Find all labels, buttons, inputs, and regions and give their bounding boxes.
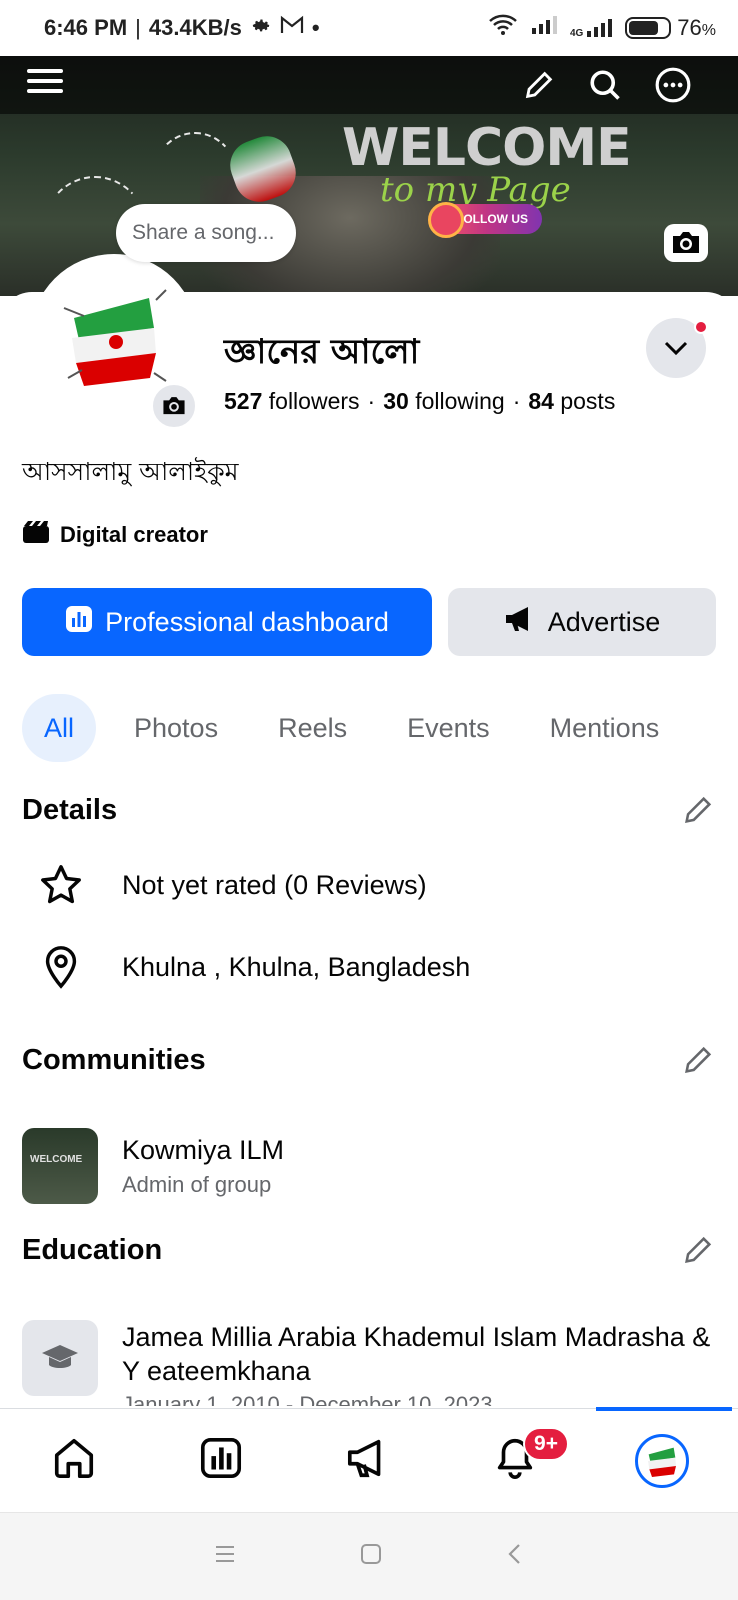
notification-badge: 9+ [523,1426,569,1461]
graduation-cap-icon [22,1320,98,1396]
location-row: Khulna , Khulna, Bangladesh [36,942,470,992]
menu-icon[interactable] [22,58,68,104]
wifi-icon [488,14,518,42]
community-thumbnail: WELCOME [22,1128,98,1204]
signal-icon [530,14,558,42]
profile-stats: 527 followers · 30 following · 84 posts [224,388,616,415]
rating-row: Not yet rated (0 Reviews) [36,860,427,910]
tab-reels[interactable]: Reels [256,694,369,762]
tab-mentions[interactable]: Mentions [528,694,682,762]
share-song-bubble[interactable]: Share a song... [116,204,296,262]
recent-apps-icon[interactable] [213,1544,237,1569]
nav-dashboard[interactable] [147,1409,294,1513]
tab-all[interactable]: All [22,694,97,762]
education-edit-icon[interactable] [678,1230,718,1270]
avatar-camera-icon[interactable] [150,382,198,430]
profile-category: Digital creator [22,520,208,550]
star-icon [36,860,86,910]
home-square-icon[interactable] [359,1542,383,1571]
status-time: 6:46 PM [44,15,128,40]
cover-camera-icon[interactable] [664,224,708,262]
nav-notifications[interactable]: 9+ [441,1409,588,1513]
search-icon[interactable] [582,62,628,108]
system-navigation-bar [0,1512,738,1600]
bottom-navigation: 9+ [0,1407,738,1513]
education-heading: Education [22,1234,163,1266]
location-pin-icon [36,942,86,992]
home-icon [51,1435,97,1486]
settings-gear-icon [250,14,272,42]
education-item[interactable]: Jamea Millia Arabia Khademul Islam Madra… [22,1320,722,1406]
community-role: Admin of group [122,1171,272,1197]
education-name: Jamea Millia Arabia Khademul Islam Madra… [122,1322,711,1386]
tab-events[interactable]: Events [385,694,512,762]
profile-bio: আসসালামু আলাইকুম [22,457,239,486]
details-heading: Details [22,794,118,826]
page-title: জ্ঞানের আলো [224,332,420,372]
community-name: Kowmiya ILM [122,1134,285,1165]
status-bar: 6:46 PM | 43.4KB/s • 4G 76% [0,0,738,56]
notification-dot-icon: • [311,15,320,40]
dashboard-chart-icon [65,605,93,640]
profile-tabs: All Photos Reels Events Mentions [22,694,681,762]
cover-welcome-text: WELCOME [342,118,632,178]
status-left: 6:46 PM | 43.4KB/s • [44,14,320,42]
status-right: 4G 76% [488,14,716,42]
education-dates: January 1, 2010 - December 10, 2023 [122,1392,493,1406]
details-edit-icon[interactable] [678,790,718,830]
battery-icon [625,17,672,39]
profile-avatar-icon [634,1433,689,1488]
professional-dashboard-button[interactable]: Professional dashboard [22,588,432,656]
megaphone-outline-icon [344,1435,392,1486]
clapperboard-icon [22,520,50,550]
nav-profile[interactable] [588,1409,735,1513]
action-buttons: Professional dashboard Advertise [22,588,716,656]
communities-heading: Communities [22,1044,206,1076]
following-stat[interactable]: 30 following [383,388,504,415]
category-label: Digital creator [60,522,208,547]
communities-edit-icon[interactable] [678,1040,718,1080]
followers-stat[interactable]: 527 followers [224,388,360,415]
tab-photos[interactable]: Photos [112,694,240,762]
advertise-button[interactable]: Advertise [448,588,716,656]
gmail-icon [280,15,304,41]
posts-stat[interactable]: 84 posts [528,388,615,415]
battery-indicator: 76% [625,15,716,41]
nav-ads[interactable] [294,1409,441,1513]
dashboard-icon [198,1435,244,1486]
chevron-down-icon [664,341,688,356]
dropdown-notification-dot [694,320,708,334]
edit-pencil-icon[interactable] [516,62,562,108]
thumbs-up-icon [428,202,464,238]
battery-percent: 76% [677,15,716,40]
nav-home[interactable] [0,1409,147,1513]
rating-text: Not yet rated (0 Reviews) [122,869,427,900]
location-text: Khulna , Khulna, Bangladesh [122,951,471,982]
more-options-icon[interactable] [650,62,696,108]
back-chevron-icon[interactable] [505,1542,525,1571]
status-speed: 43.4KB/s [148,15,242,40]
megaphone-icon [504,605,536,640]
community-item[interactable]: WELCOME Kowmiya ILM Admin of group [22,1128,284,1204]
signal-4g-icon: 4G [570,17,613,39]
